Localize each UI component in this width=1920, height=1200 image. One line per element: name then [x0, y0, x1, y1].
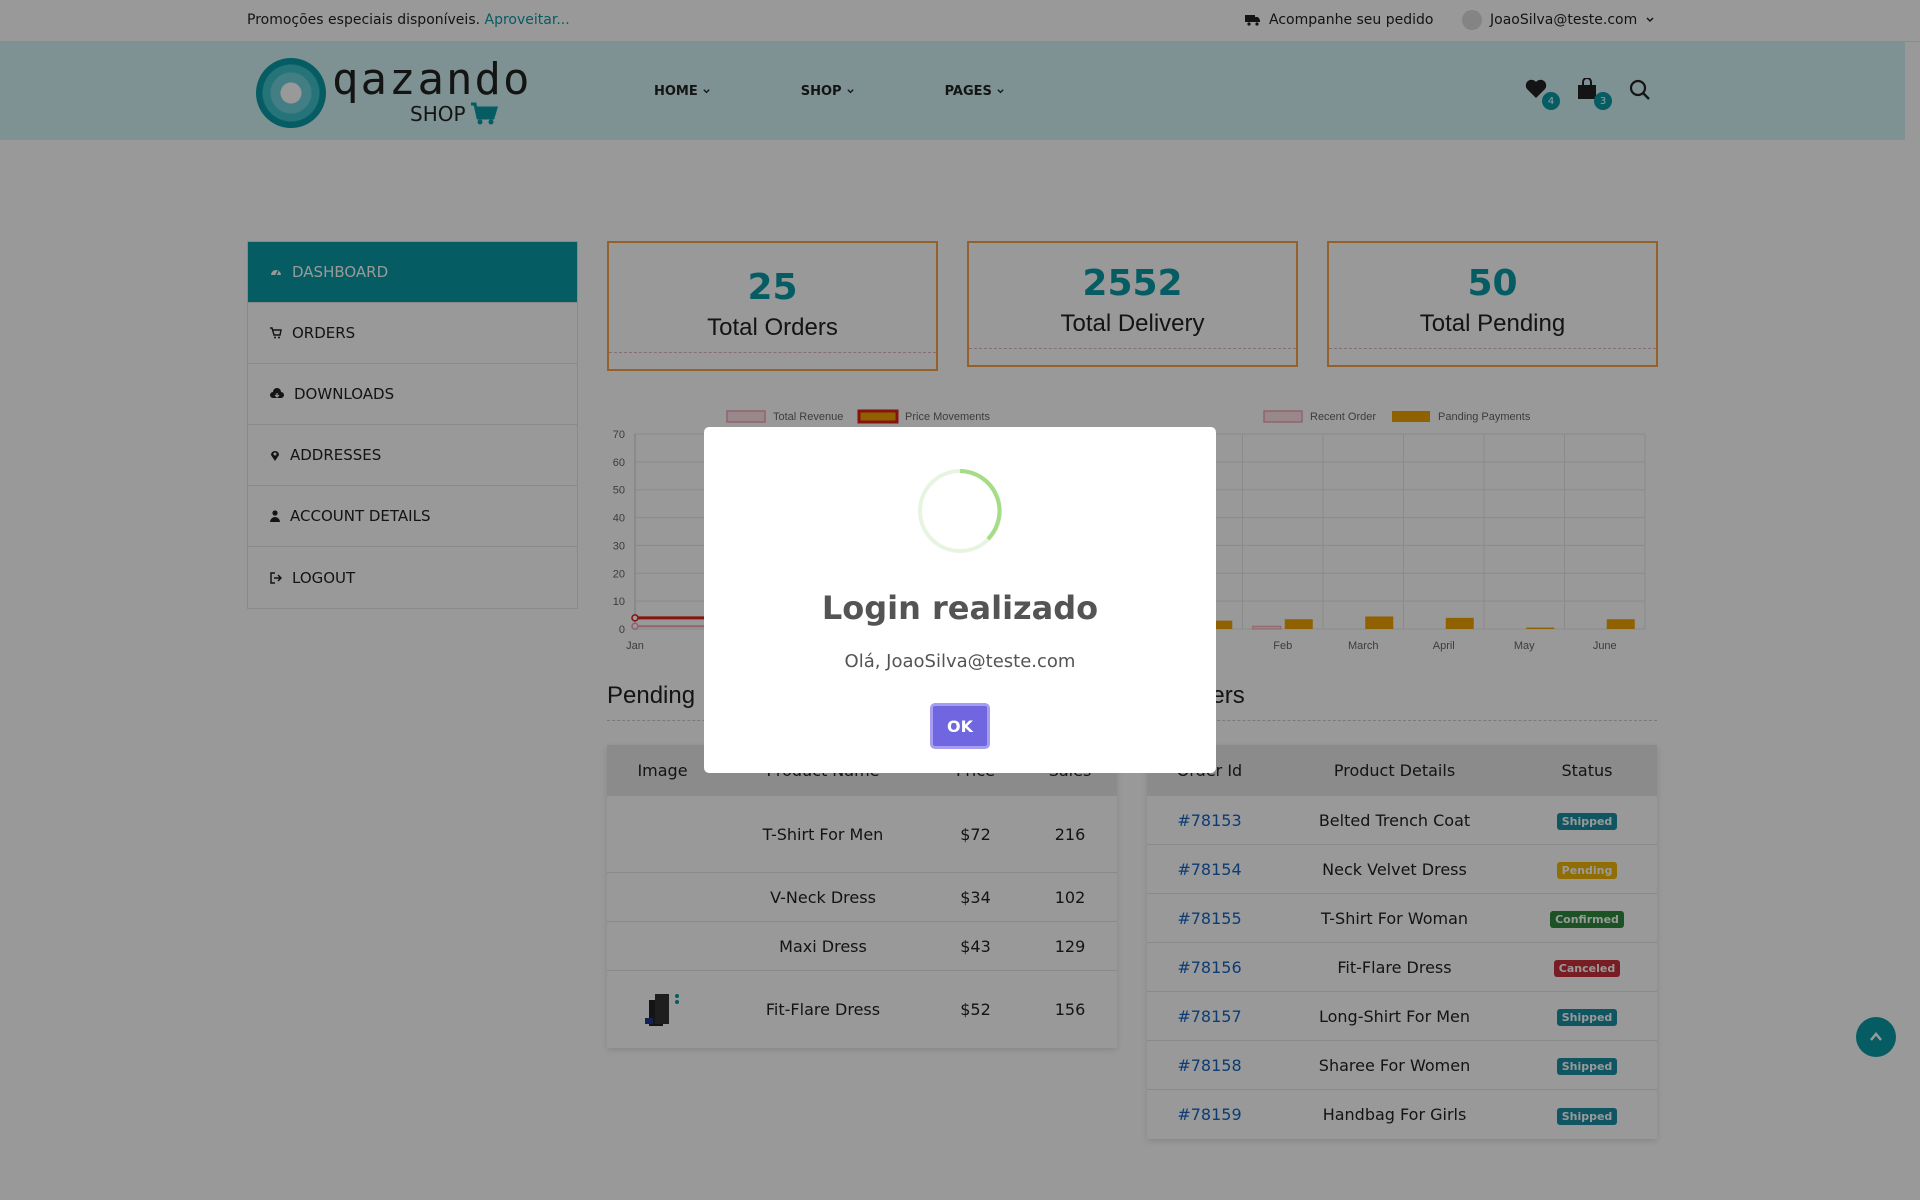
ok-button[interactable]: OK [930, 703, 990, 749]
login-success-dialog: Login realizado Olá, JoaoSilva@teste.com… [704, 427, 1216, 773]
dialog-message: Olá, JoaoSilva@teste.com [844, 651, 1076, 672]
success-spinner-icon [918, 469, 1002, 553]
dialog-title: Login realizado [821, 589, 1099, 627]
modal-backdrop[interactable]: Login realizado Olá, JoaoSilva@teste.com… [0, 0, 1920, 1200]
